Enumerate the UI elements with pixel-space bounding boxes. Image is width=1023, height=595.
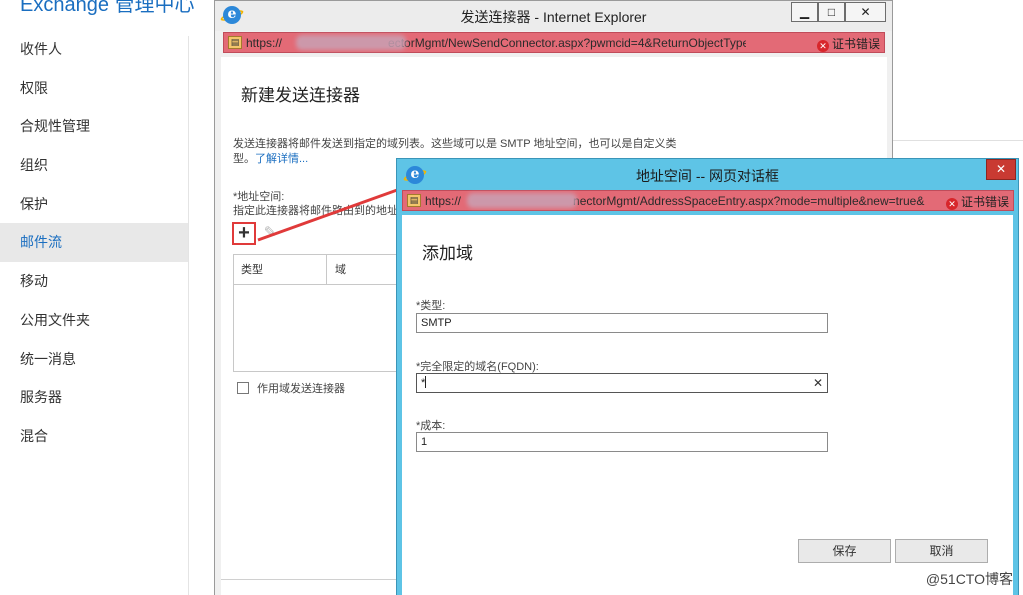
sidebar-item[interactable]: 收件人 — [0, 30, 188, 69]
cert-error-icon: ✕ — [816, 40, 829, 52]
cost-label: *成本: — [416, 420, 446, 432]
cert-error-icon: ✕ — [945, 198, 958, 210]
fqdn-label: *完全限定的域名(FQDN): — [416, 361, 539, 373]
sidebar-item[interactable]: 移动 — [0, 262, 188, 301]
page-title: 添加域 — [422, 244, 473, 263]
sidebar-item[interactable]: 服务器 — [0, 378, 188, 417]
cert-error-button[interactable]: ✕ 证书错误 — [816, 35, 880, 52]
maximize-button[interactable]: □ — [818, 2, 845, 22]
url-path: nectorMgmt/AddressSpaceEntry.aspx?mode=m… — [573, 194, 925, 208]
save-button[interactable]: 保存 — [798, 539, 891, 563]
fqdn-field[interactable]: * ✕ — [416, 373, 828, 393]
sidebar-item[interactable]: 公用文件夹 — [0, 301, 188, 340]
cost-field[interactable]: 1 — [416, 432, 828, 452]
sidebar-item[interactable]: 权限 — [0, 69, 188, 108]
address-space-table: 类型 域 — [233, 254, 400, 372]
url-path: ectorMgmt/NewSendConnector.aspx?pwmcid=4… — [388, 36, 746, 50]
sidebar-item[interactable]: 保护 — [0, 185, 188, 224]
cert-error-button[interactable]: ✕ 证书错误 — [945, 193, 1009, 210]
sidebar-item[interactable]: 邮件流 — [0, 223, 188, 263]
page-icon: ▤ — [228, 36, 242, 49]
sidebar-item[interactable]: 合规性管理 — [0, 107, 188, 146]
type-label: *类型: — [416, 300, 446, 312]
eac-sidebar: 收件人 权限 合规性管理 组织 保护 邮件流 移动 公用文件夹 统一消息 服务器 混合 — [0, 30, 188, 456]
clear-icon[interactable]: ✕ — [813, 374, 823, 392]
sidebar-item[interactable]: 组织 — [0, 146, 188, 185]
cost-value: 1 — [421, 436, 428, 448]
ie-titlebar[interactable]: e 发送连接器 - Internet Explorer ▁ □ ✕ — [215, 1, 892, 31]
cert-error-label: 证书错误 — [831, 37, 880, 51]
checkbox-label: 作用域发送连接器 — [257, 383, 345, 395]
column-header-type[interactable]: 类型 — [234, 255, 327, 285]
type-value: SMTP — [421, 317, 452, 329]
learn-more-link[interactable]: 了解详情... — [255, 153, 308, 165]
minimize-button[interactable]: ▁ — [791, 2, 818, 22]
url-scheme: https:// — [246, 36, 283, 50]
dialog-address-bar[interactable]: ▤ https:// nectorMgmt/AddressSpaceEntry.a… — [402, 190, 1014, 211]
close-button[interactable]: ✕ — [845, 2, 886, 22]
address-space-hint: 指定此连接器将邮件路由到的地址空间 — [233, 205, 399, 217]
url-scheme: https:// — [425, 194, 462, 208]
add-icon[interactable]: + — [232, 222, 256, 245]
text-caret — [425, 376, 427, 388]
background-divider — [893, 140, 1023, 141]
dialog-close-button[interactable]: ✕ — [986, 159, 1016, 180]
checkbox-icon[interactable] — [237, 382, 249, 394]
sidebar-divider — [188, 36, 189, 595]
address-bar[interactable]: ▤ https:// ectorMgmt/NewSendConnector.asp… — [223, 32, 885, 53]
scoped-send-connector-checkbox[interactable]: 作用域发送连接器 — [237, 380, 345, 396]
page-icon: ▤ — [407, 194, 421, 207]
cancel-button[interactable]: 取消 — [895, 539, 988, 563]
add-domain-page: 添加域 *类型: SMTP *完全限定的域名(FQDN): * ✕ *成本: 1 … — [402, 215, 1013, 595]
eac-title: Exchange 管理中心 — [20, 0, 195, 16]
watermark: @51CTO博客 — [925, 571, 1013, 587]
sidebar-item[interactable]: 统一消息 — [0, 340, 188, 379]
type-field[interactable]: SMTP — [416, 313, 828, 333]
edit-icon[interactable]: ✎ — [261, 224, 279, 242]
page-title: 新建发送连接器 — [241, 86, 360, 105]
sidebar-item[interactable]: 混合 — [0, 417, 188, 456]
redacted-host — [296, 35, 406, 50]
dialog-title: 地址空间 -- 网页对话框 — [635, 168, 780, 184]
redacted-host — [467, 193, 577, 208]
cert-error-label: 证书错误 — [960, 195, 1009, 209]
ie-dialog-address-space: e 地址空间 -- 网页对话框 ✕ ▤ https://nectorMgmt/A… — [396, 158, 1019, 595]
column-header-domain[interactable]: 域 — [327, 255, 400, 285]
